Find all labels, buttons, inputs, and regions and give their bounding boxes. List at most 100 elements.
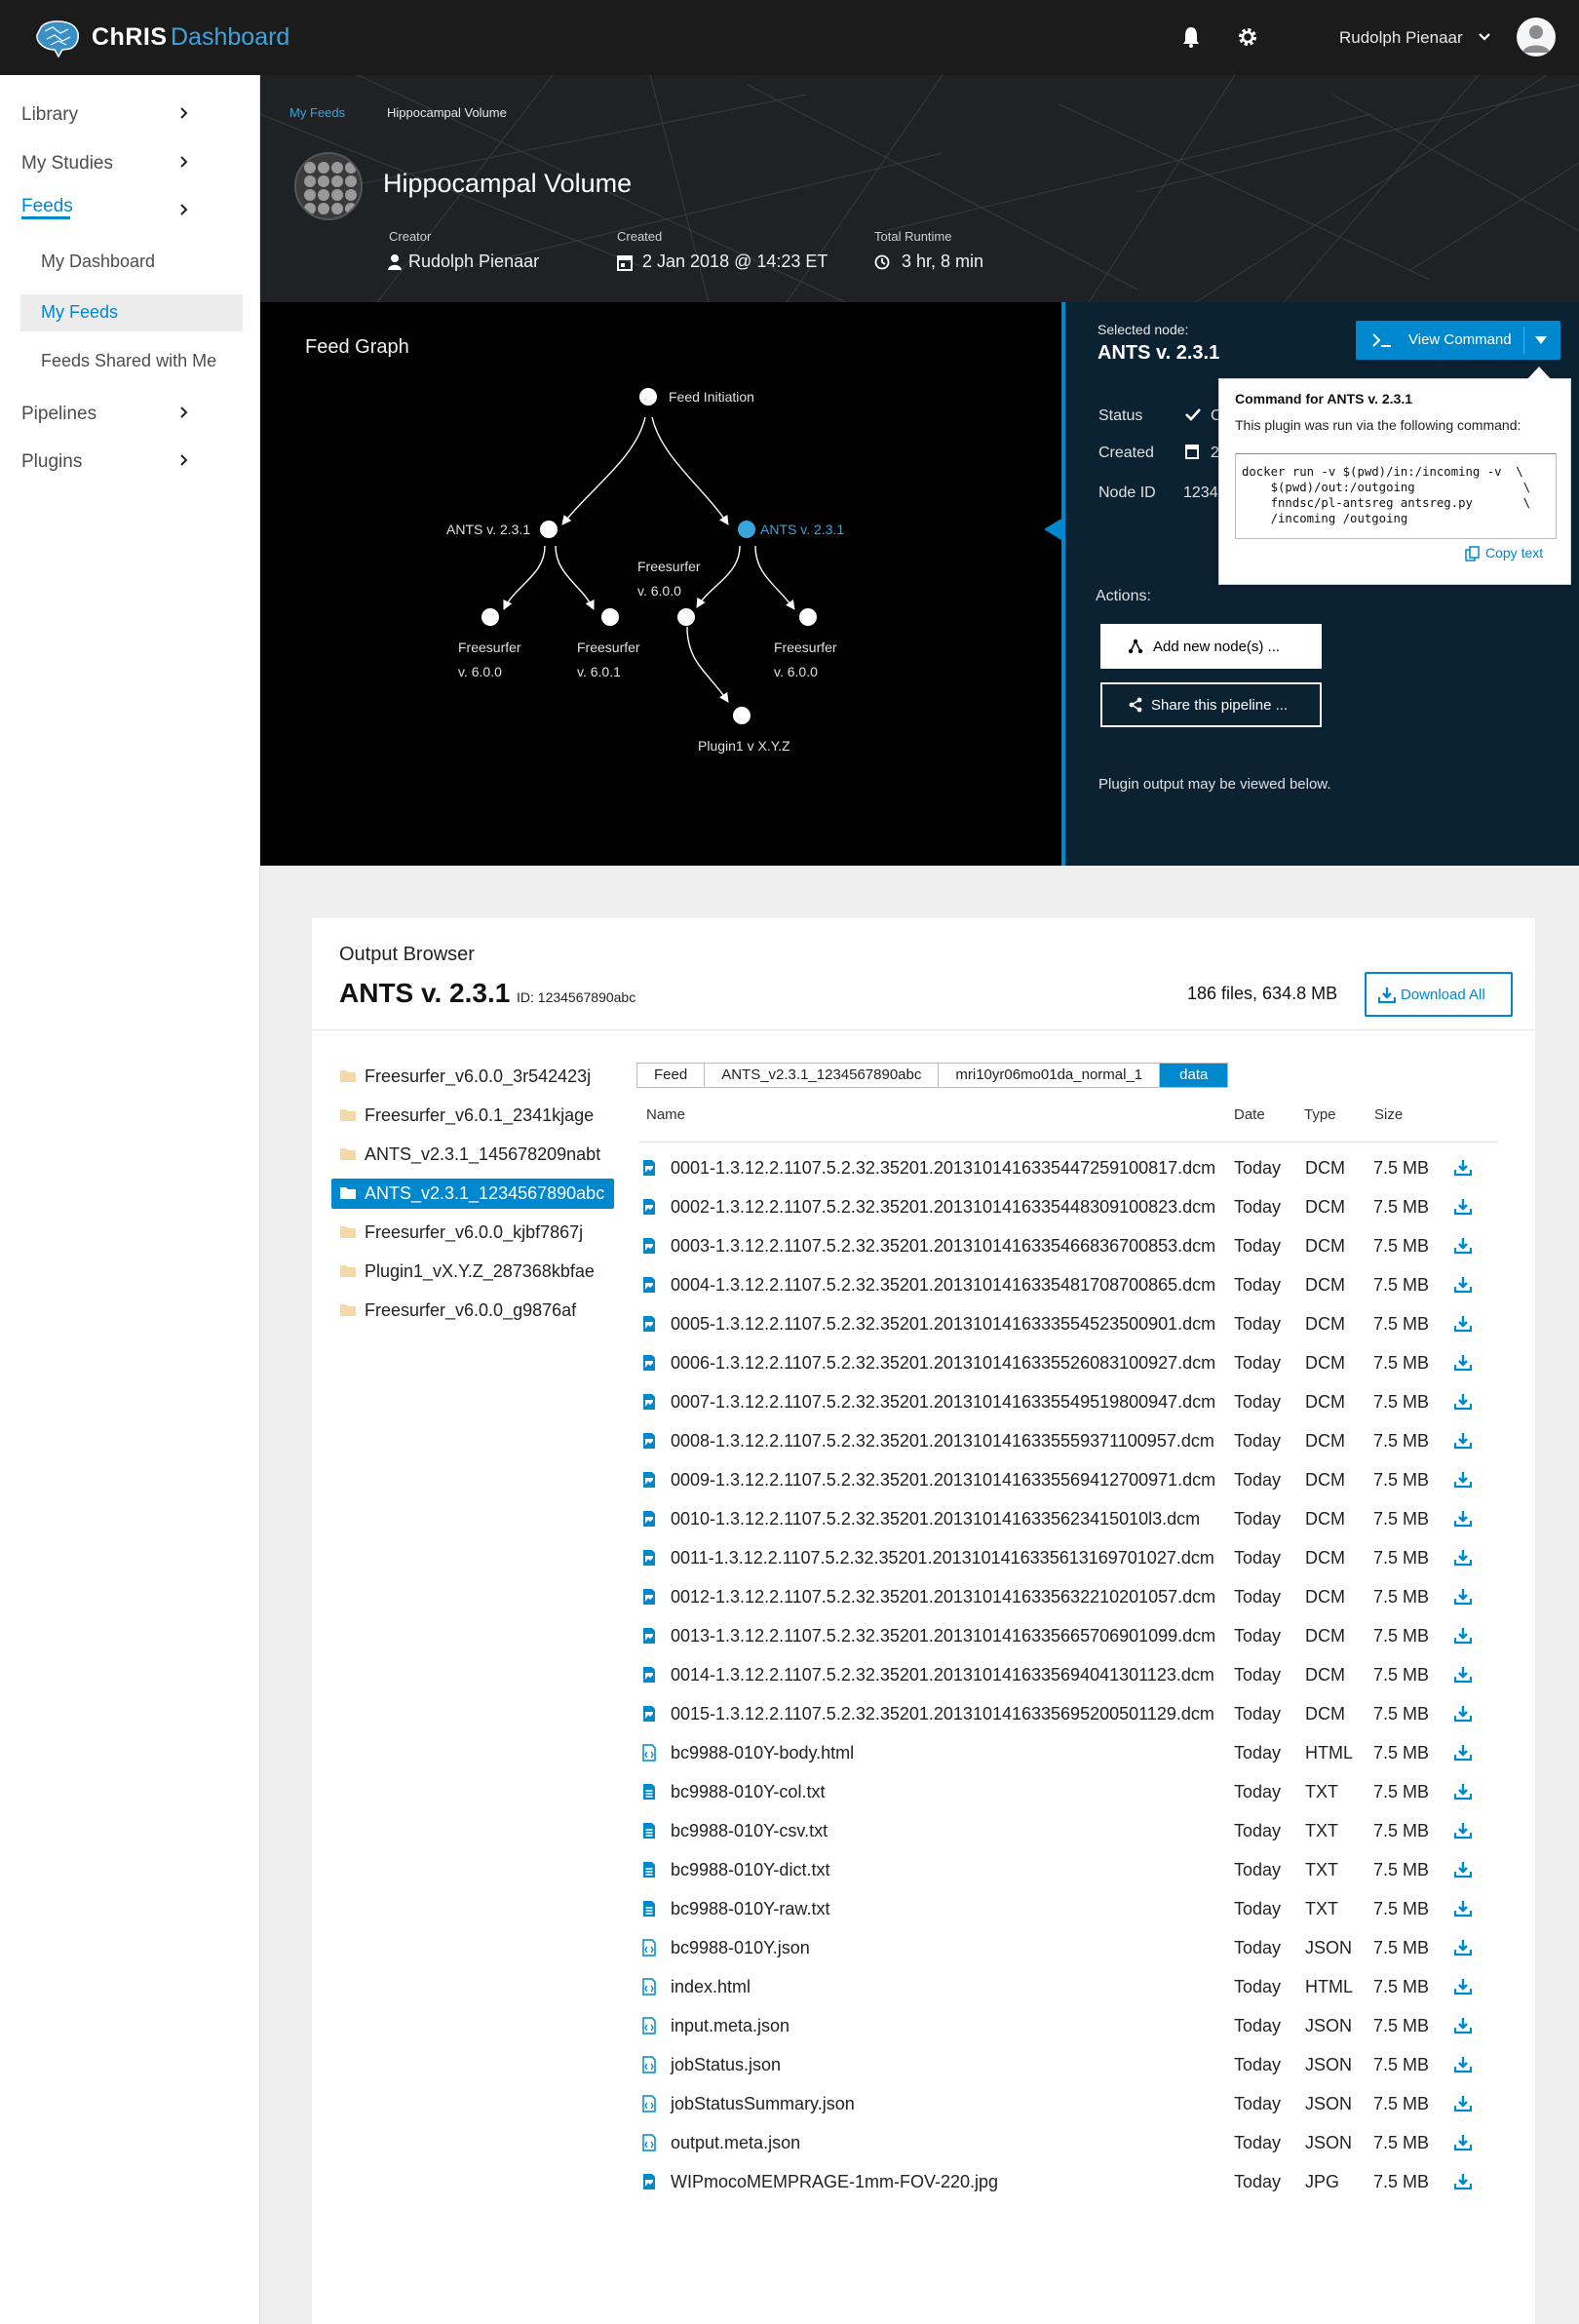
file-name[interactable]: bc9988-010Y.json: [671, 1938, 810, 1958]
download-icon[interactable]: [1454, 1198, 1472, 1216]
table-row[interactable]: 0008-1.3.12.2.1107.5.2.32.35201.20131014…: [638, 1421, 1516, 1460]
add-node-button[interactable]: Add new node(s) ...: [1100, 624, 1322, 669]
sidebar-item-pipelines[interactable]: Pipelines: [21, 404, 96, 425]
table-row[interactable]: WIPmocoMEMPRAGE-1mm-FOV-220.jpg Today JPG 7…: [638, 2162, 1516, 2201]
download-icon[interactable]: [1454, 1276, 1472, 1294]
table-row[interactable]: bc9988-010Y-body.html Today HTML 7.5 MB: [638, 1733, 1516, 1772]
file-name[interactable]: 0006-1.3.12.2.1107.5.2.32.35201.20131014…: [671, 1353, 1215, 1374]
file-name[interactable]: 0009-1.3.12.2.1107.5.2.32.35201.20131014…: [671, 1470, 1215, 1491]
column-header-date[interactable]: Date: [1234, 1106, 1265, 1123]
download-icon[interactable]: [1454, 1354, 1472, 1372]
download-icon[interactable]: [1454, 1861, 1472, 1879]
file-name[interactable]: 0004-1.3.12.2.1107.5.2.32.35201.20131014…: [671, 1275, 1215, 1296]
file-name[interactable]: index.html: [671, 1977, 751, 1997]
sidebar-subitem-my-feeds[interactable]: My Feeds: [41, 302, 118, 323]
file-name[interactable]: 0015-1.3.12.2.1107.5.2.32.35201.20131014…: [671, 1704, 1214, 1724]
copy-text-link[interactable]: Copy text: [1485, 545, 1543, 561]
brand-name[interactable]: ChRIS: [92, 23, 168, 52]
table-row[interactable]: 0006-1.3.12.2.1107.5.2.32.35201.20131014…: [638, 1343, 1516, 1382]
download-icon[interactable]: [1454, 2056, 1472, 2073]
view-command-button[interactable]: View Command: [1356, 321, 1560, 360]
download-icon[interactable]: [1454, 1315, 1472, 1333]
path-segment[interactable]: Feed: [637, 1064, 706, 1087]
copy-icon[interactable]: [1465, 546, 1481, 562]
file-name[interactable]: input.meta.json: [671, 2016, 790, 2036]
table-row[interactable]: jobStatusSummary.json Today JSON 7.5 MB: [638, 2084, 1516, 2123]
table-row[interactable]: 0011-1.3.12.2.1107.5.2.32.35201.20131014…: [638, 1538, 1516, 1577]
folder-item[interactable]: Freesurfer_v6.0.0_g9876af: [331, 1296, 614, 1326]
graph-node-freesurfer-c[interactable]: [799, 608, 817, 626]
download-icon[interactable]: [1454, 1627, 1472, 1645]
graph-node-plugin[interactable]: [733, 707, 751, 724]
path-segment[interactable]: ANTS_v2.3.1_1234567890abc: [705, 1064, 940, 1087]
folder-item[interactable]: ANTS_v2.3.1_145678209nabt: [331, 1140, 614, 1170]
file-name[interactable]: WIPmocoMEMPRAGE-1mm-FOV-220.jpg: [671, 2172, 998, 2192]
download-icon[interactable]: [1454, 1783, 1472, 1801]
download-icon[interactable]: [1454, 1159, 1472, 1177]
sidebar-item-plugins[interactable]: Plugins: [21, 451, 82, 473]
brand-subtitle[interactable]: Dashboard: [171, 23, 289, 52]
table-row[interactable]: 0010-1.3.12.2.1107.5.2.32.35201.20131014…: [638, 1499, 1516, 1538]
table-row[interactable]: 0014-1.3.12.2.1107.5.2.32.35201.20131014…: [638, 1655, 1516, 1694]
chevron-right-icon[interactable]: [179, 155, 189, 169]
file-name[interactable]: 0011-1.3.12.2.1107.5.2.32.35201.20131014…: [671, 1548, 1214, 1569]
download-icon[interactable]: [1454, 1744, 1472, 1762]
download-icon[interactable]: [1454, 2017, 1472, 2034]
table-row[interactable]: 0005-1.3.12.2.1107.5.2.32.35201.20131014…: [638, 1304, 1516, 1343]
table-row[interactable]: bc9988-010Y.json Today JSON 7.5 MB: [638, 1928, 1516, 1967]
table-row[interactable]: bc9988-010Y-csv.txt Today TXT 7.5 MB: [638, 1811, 1516, 1850]
table-row[interactable]: bc9988-010Y-raw.txt Today TXT 7.5 MB: [638, 1889, 1516, 1928]
file-name[interactable]: 0013-1.3.12.2.1107.5.2.32.35201.20131014…: [671, 1626, 1215, 1646]
avatar[interactable]: [1517, 18, 1556, 57]
chris-logo-icon[interactable]: [33, 18, 82, 58]
breadcrumb-link[interactable]: My Feeds: [289, 105, 345, 120]
chevron-right-icon[interactable]: [179, 406, 189, 419]
download-icon[interactable]: [1454, 1939, 1472, 1956]
file-name[interactable]: bc9988-010Y-body.html: [671, 1743, 854, 1763]
graph-node-freesurfer-a[interactable]: [481, 608, 499, 626]
table-row[interactable]: input.meta.json Today JSON 7.5 MB: [638, 2006, 1516, 2045]
folder-item[interactable]: Freesurfer_v6.0.0_kjbf7867j: [331, 1218, 614, 1248]
download-icon[interactable]: [1454, 2095, 1472, 2112]
file-name[interactable]: bc9988-010Y-col.txt: [671, 1782, 825, 1802]
column-header-name[interactable]: Name: [646, 1106, 685, 1123]
table-row[interactable]: 0013-1.3.12.2.1107.5.2.32.35201.20131014…: [638, 1616, 1516, 1655]
download-icon[interactable]: [1454, 1549, 1472, 1567]
table-row[interactable]: 0007-1.3.12.2.1107.5.2.32.35201.20131014…: [638, 1382, 1516, 1421]
sidebar-item-feeds[interactable]: Feeds: [21, 196, 73, 217]
download-icon[interactable]: [1454, 1978, 1472, 1995]
chevron-right-icon[interactable]: [179, 106, 189, 120]
table-row[interactable]: 0004-1.3.12.2.1107.5.2.32.35201.20131014…: [638, 1265, 1516, 1304]
file-name[interactable]: bc9988-010Y-csv.txt: [671, 1821, 828, 1841]
download-icon[interactable]: [1454, 1588, 1472, 1606]
file-name[interactable]: 0010-1.3.12.2.1107.5.2.32.35201.20131014…: [671, 1509, 1200, 1530]
command-code-block[interactable]: docker run -v $(pwd)/in:/incoming -v \ $…: [1235, 453, 1557, 539]
file-name[interactable]: output.meta.json: [671, 2133, 800, 2153]
table-row[interactable]: 0001-1.3.12.2.1107.5.2.32.35201.20131014…: [638, 1148, 1516, 1187]
file-name[interactable]: 0012-1.3.12.2.1107.5.2.32.35201.20131014…: [671, 1587, 1215, 1607]
file-name[interactable]: 0007-1.3.12.2.1107.5.2.32.35201.20131014…: [671, 1392, 1215, 1413]
file-name[interactable]: jobStatus.json: [671, 2055, 781, 2075]
sidebar-subitem-my-dashboard[interactable]: My Dashboard: [41, 252, 155, 272]
table-row[interactable]: bc9988-010Y-dict.txt Today TXT 7.5 MB: [638, 1850, 1516, 1889]
table-row[interactable]: 0003-1.3.12.2.1107.5.2.32.35201.20131014…: [638, 1226, 1516, 1265]
download-icon[interactable]: [1454, 1237, 1472, 1255]
user-menu-name[interactable]: Rudolph Pienaar: [1339, 28, 1463, 48]
table-row[interactable]: 0009-1.3.12.2.1107.5.2.32.35201.20131014…: [638, 1460, 1516, 1499]
sidebar-item-library[interactable]: Library: [21, 104, 78, 126]
folder-item[interactable]: Plugin1_vX.Y.Z_287368kbfae: [331, 1257, 614, 1287]
download-icon[interactable]: [1454, 2134, 1472, 2151]
chevron-right-icon[interactable]: [179, 453, 189, 467]
graph-node-freesurfer-mid[interactable]: [677, 608, 695, 626]
file-name[interactable]: 0002-1.3.12.2.1107.5.2.32.35201.20131014…: [671, 1197, 1215, 1218]
table-row[interactable]: 0012-1.3.12.2.1107.5.2.32.35201.20131014…: [638, 1577, 1516, 1616]
bell-icon[interactable]: [1180, 25, 1202, 49]
download-icon[interactable]: [1454, 1822, 1472, 1840]
table-row[interactable]: 0015-1.3.12.2.1107.5.2.32.35201.20131014…: [638, 1694, 1516, 1733]
share-pipeline-button[interactable]: Share this pipeline ...: [1100, 682, 1322, 727]
caret-down-icon[interactable]: [1535, 336, 1547, 344]
download-icon[interactable]: [1454, 1705, 1472, 1723]
column-header-type[interactable]: Type: [1304, 1106, 1336, 1123]
download-icon[interactable]: [1454, 1900, 1472, 1917]
column-header-size[interactable]: Size: [1374, 1106, 1403, 1123]
